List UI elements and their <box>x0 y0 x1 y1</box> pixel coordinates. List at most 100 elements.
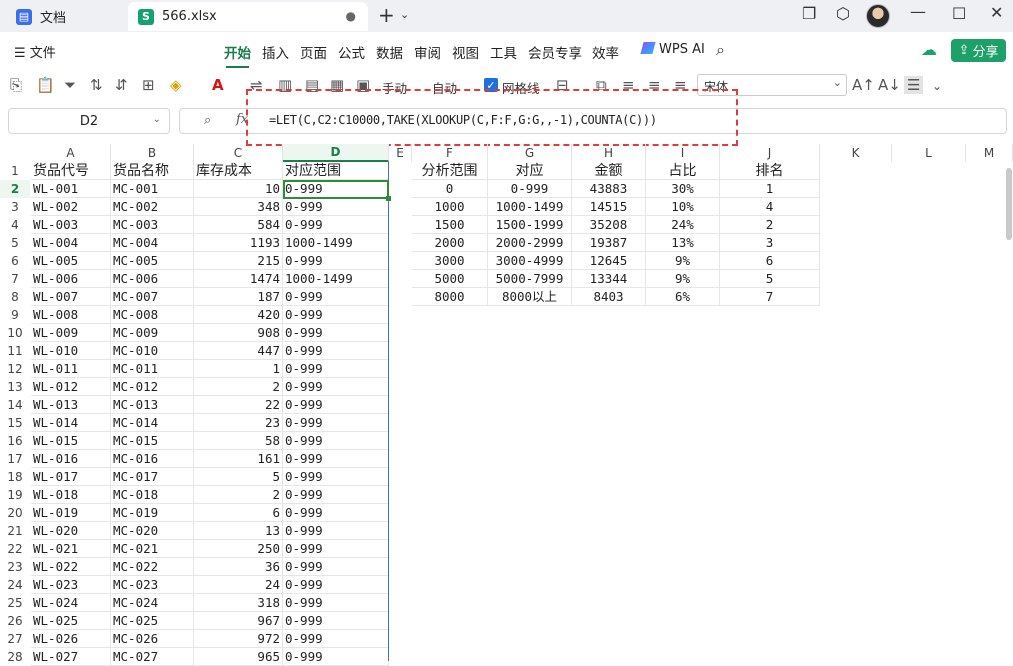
column-header-c[interactable]: C <box>194 144 283 162</box>
row-header[interactable]: 23 <box>0 558 30 576</box>
header-cell-g[interactable]: 对应 <box>488 162 572 180</box>
tab-insert[interactable]: 插入 <box>262 42 289 62</box>
cell-match[interactable]: 1500-1999 <box>488 216 572 234</box>
cell-stock-cost[interactable]: 10 <box>194 180 283 198</box>
cell-item-code[interactable]: WL-023 <box>31 576 111 594</box>
share-button[interactable]: ⇪ 分享 <box>951 39 1006 62</box>
cell-range[interactable]: 0-999 <box>283 378 389 396</box>
maximize-icon[interactable]: ☐ <box>952 4 966 23</box>
row-header[interactable]: 21 <box>0 522 30 540</box>
cell-stock-cost[interactable]: 318 <box>194 594 283 612</box>
cell-item-name[interactable]: MC-012 <box>111 378 194 396</box>
tab-docs[interactable]: ▤ 文档 <box>4 2 122 31</box>
cell-range[interactable]: 0-999 <box>283 630 389 648</box>
row-header[interactable]: 24 <box>0 576 30 594</box>
cell-stock-cost[interactable]: 965 <box>194 648 283 666</box>
row-header[interactable]: 22 <box>0 540 30 558</box>
header-cell-d[interactable]: 对应范围 <box>283 162 389 180</box>
cell-item-name[interactable]: MC-024 <box>111 594 194 612</box>
cell-match[interactable]: 3000-4999 <box>488 252 572 270</box>
new-tab-button[interactable]: + <box>378 3 395 27</box>
row-header[interactable]: 1 <box>0 162 30 180</box>
cell-range[interactable]: 0-999 <box>283 324 389 342</box>
cell-item-name[interactable]: MC-003 <box>111 216 194 234</box>
cell-analysis-range[interactable]: 5000 <box>412 270 488 288</box>
cell-item-name[interactable]: MC-004 <box>111 234 194 252</box>
column-header-i[interactable]: I <box>646 144 720 162</box>
cell-item-name[interactable]: MC-014 <box>111 414 194 432</box>
cell-analysis-range[interactable]: 1500 <box>412 216 488 234</box>
row-header[interactable]: 20 <box>0 504 30 522</box>
cell-range[interactable]: 0-999 <box>283 306 389 324</box>
cell-item-name[interactable]: MC-017 <box>111 468 194 486</box>
cell-range[interactable]: 1000-1499 <box>283 234 389 252</box>
cell-range[interactable]: 0-999 <box>283 450 389 468</box>
column-header-k[interactable]: K <box>820 144 892 162</box>
sort-asc-icon[interactable]: ⇅ <box>90 76 103 94</box>
avatar[interactable] <box>866 4 890 28</box>
cell-stock-cost[interactable]: 584 <box>194 216 283 234</box>
row-header[interactable]: 13 <box>0 378 30 396</box>
row-header[interactable]: 7 <box>0 270 30 288</box>
cell-item-code[interactable]: WL-018 <box>31 486 111 504</box>
cell-range[interactable]: 0-999 <box>283 486 389 504</box>
cell-amount[interactable]: 12645 <box>572 252 646 270</box>
cell-item-code[interactable]: WL-025 <box>31 612 111 630</box>
tab-home[interactable]: 开始 <box>224 42 251 68</box>
tab-efficiency[interactable]: 效率 <box>592 42 619 62</box>
row-header[interactable]: 11 <box>0 342 30 360</box>
cell-item-name[interactable]: MC-013 <box>111 396 194 414</box>
tab-member[interactable]: 会员专享 <box>528 42 582 62</box>
cell-stock-cost[interactable]: 24 <box>194 576 283 594</box>
cell-item-code[interactable]: WL-001 <box>31 180 111 198</box>
increase-font-icon[interactable]: A↑ <box>852 76 875 94</box>
column-header-h[interactable]: H <box>572 144 646 162</box>
cell-range[interactable]: 0-999 <box>283 612 389 630</box>
cell-analysis-range[interactable]: 1000 <box>412 198 488 216</box>
header-cell-i[interactable]: 占比 <box>646 162 720 180</box>
tab-view[interactable]: 视图 <box>452 42 479 62</box>
tab-formula[interactable]: 公式 <box>338 42 365 62</box>
cell-item-code[interactable]: WL-013 <box>31 396 111 414</box>
cell-item-code[interactable]: WL-009 <box>31 324 111 342</box>
cell-item-name[interactable]: MC-025 <box>111 612 194 630</box>
cell-item-code[interactable]: WL-006 <box>31 270 111 288</box>
cell-item-code[interactable]: WL-017 <box>31 468 111 486</box>
cell-match[interactable]: 0-999 <box>488 180 572 198</box>
cell-stock-cost[interactable]: 1193 <box>194 234 283 252</box>
border-icon[interactable]: ⊞ <box>142 76 155 94</box>
tab-data[interactable]: 数据 <box>376 42 403 62</box>
cell-range[interactable]: 0-999 <box>283 432 389 450</box>
search-icon[interactable]: ⌕ <box>716 40 725 60</box>
cell-item-code[interactable]: WL-024 <box>31 594 111 612</box>
cell-stock-cost[interactable]: 1 <box>194 360 283 378</box>
cell-range[interactable]: 0-999 <box>283 558 389 576</box>
cell-ratio[interactable]: 24% <box>646 216 720 234</box>
cell-range[interactable]: 0-999 <box>283 360 389 378</box>
cell-range[interactable]: 0-999 <box>283 540 389 558</box>
cell-item-name[interactable]: MC-015 <box>111 432 194 450</box>
row-header[interactable]: 5 <box>0 234 30 252</box>
cell-stock-cost[interactable]: 2 <box>194 486 283 504</box>
cell-stock-cost[interactable]: 967 <box>194 612 283 630</box>
cell-analysis-range[interactable]: 2000 <box>412 234 488 252</box>
column-header-g[interactable]: G <box>488 144 572 162</box>
row-header[interactable]: 26 <box>0 612 30 630</box>
name-box[interactable]: D2 ⌄ <box>8 108 170 134</box>
cell-item-name[interactable]: MC-016 <box>111 450 194 468</box>
cell-match[interactable]: 1000-1499 <box>488 198 572 216</box>
cell-stock-cost[interactable]: 348 <box>194 198 283 216</box>
row-header[interactable]: 8 <box>0 288 30 306</box>
row-header[interactable]: 27 <box>0 630 30 648</box>
cloud-sync-icon[interactable]: ☁ <box>921 40 937 59</box>
cell-stock-cost[interactable]: 972 <box>194 630 283 648</box>
column-header-j[interactable]: J <box>720 144 820 162</box>
cell-item-name[interactable]: MC-005 <box>111 252 194 270</box>
cell-rank[interactable]: 3 <box>720 234 820 252</box>
cell-amount[interactable]: 8403 <box>572 288 646 306</box>
font-color-icon[interactable]: A <box>212 76 224 94</box>
cell-range[interactable]: 0-999 <box>283 648 389 666</box>
cell-item-name[interactable]: MC-027 <box>111 648 194 666</box>
cell-range[interactable]: 0-999 <box>283 594 389 612</box>
row-header[interactable]: 4 <box>0 216 30 234</box>
